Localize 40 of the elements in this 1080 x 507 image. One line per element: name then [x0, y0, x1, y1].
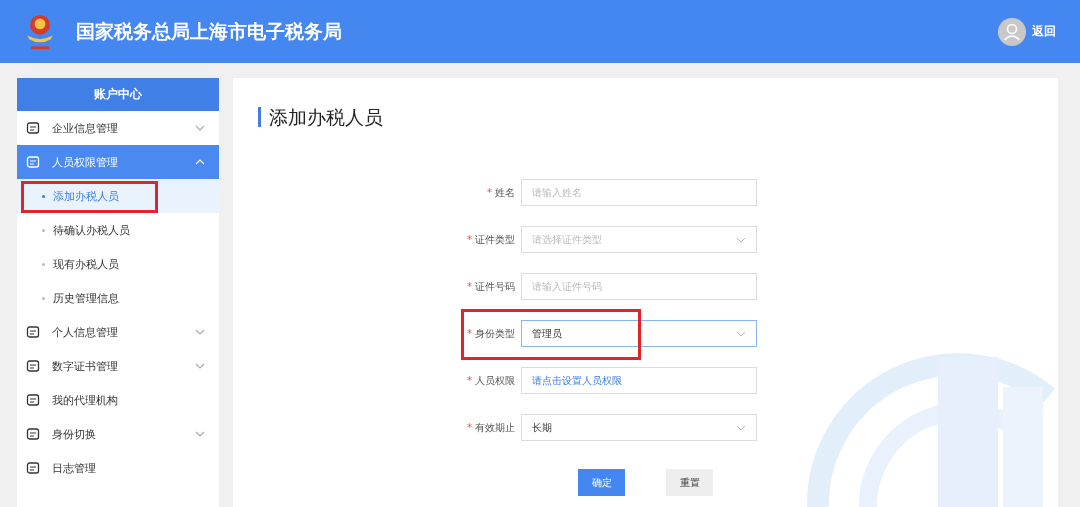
- sidebar-title: 账户中心: [17, 78, 219, 111]
- required-mark: *: [467, 328, 472, 339]
- field-label: 身份类型: [475, 326, 515, 341]
- chevron-icon: [736, 236, 746, 243]
- menu-item[interactable]: 数字证书管理: [17, 349, 219, 383]
- field-label: 姓名: [495, 185, 515, 200]
- field-label: 有效期止: [475, 420, 515, 435]
- back-link[interactable]: 返回: [1032, 23, 1056, 40]
- select-field[interactable]: 长期: [521, 414, 757, 441]
- chevron-icon: [195, 329, 205, 335]
- reset-button[interactable]: 重置: [666, 469, 713, 496]
- site-title: 国家税务总局上海市电子税务局: [76, 18, 342, 44]
- required-mark: *: [487, 187, 492, 198]
- chevron-icon: [736, 330, 746, 337]
- chevron-icon: [736, 424, 746, 431]
- chevron-icon: [195, 125, 205, 131]
- select-field[interactable]: 管理员: [521, 320, 757, 347]
- avatar-icon[interactable]: [998, 17, 1026, 46]
- menu-item[interactable]: 我的代理机构: [17, 383, 219, 417]
- field-label: 证件号码: [475, 279, 515, 294]
- field-label: 人员权限: [475, 373, 515, 388]
- menu-item[interactable]: 企业信息管理: [17, 111, 219, 145]
- submenu-item[interactable]: 现有办税人员: [17, 247, 219, 281]
- submenu-item[interactable]: 待确认办税人员: [17, 213, 219, 247]
- submenu-item[interactable]: 历史管理信息: [17, 281, 219, 315]
- field-label: 证件类型: [475, 232, 515, 247]
- chevron-icon: [195, 159, 205, 165]
- form-title: 添加办税人员: [258, 107, 1058, 127]
- required-mark: *: [467, 422, 472, 433]
- required-mark: *: [467, 234, 472, 245]
- chevron-icon: [195, 363, 205, 369]
- required-mark: *: [467, 281, 472, 292]
- chevron-icon: [195, 431, 205, 437]
- menu-item[interactable]: 日志管理: [17, 451, 219, 485]
- menu-item[interactable]: 身份切换: [17, 417, 219, 451]
- input-field[interactable]: 请点击设置人员权限: [521, 367, 757, 394]
- submenu-item[interactable]: 添加办税人员: [17, 179, 219, 213]
- required-mark: *: [467, 375, 472, 386]
- confirm-button[interactable]: 确定: [578, 469, 625, 496]
- menu-item[interactable]: 个人信息管理: [17, 315, 219, 349]
